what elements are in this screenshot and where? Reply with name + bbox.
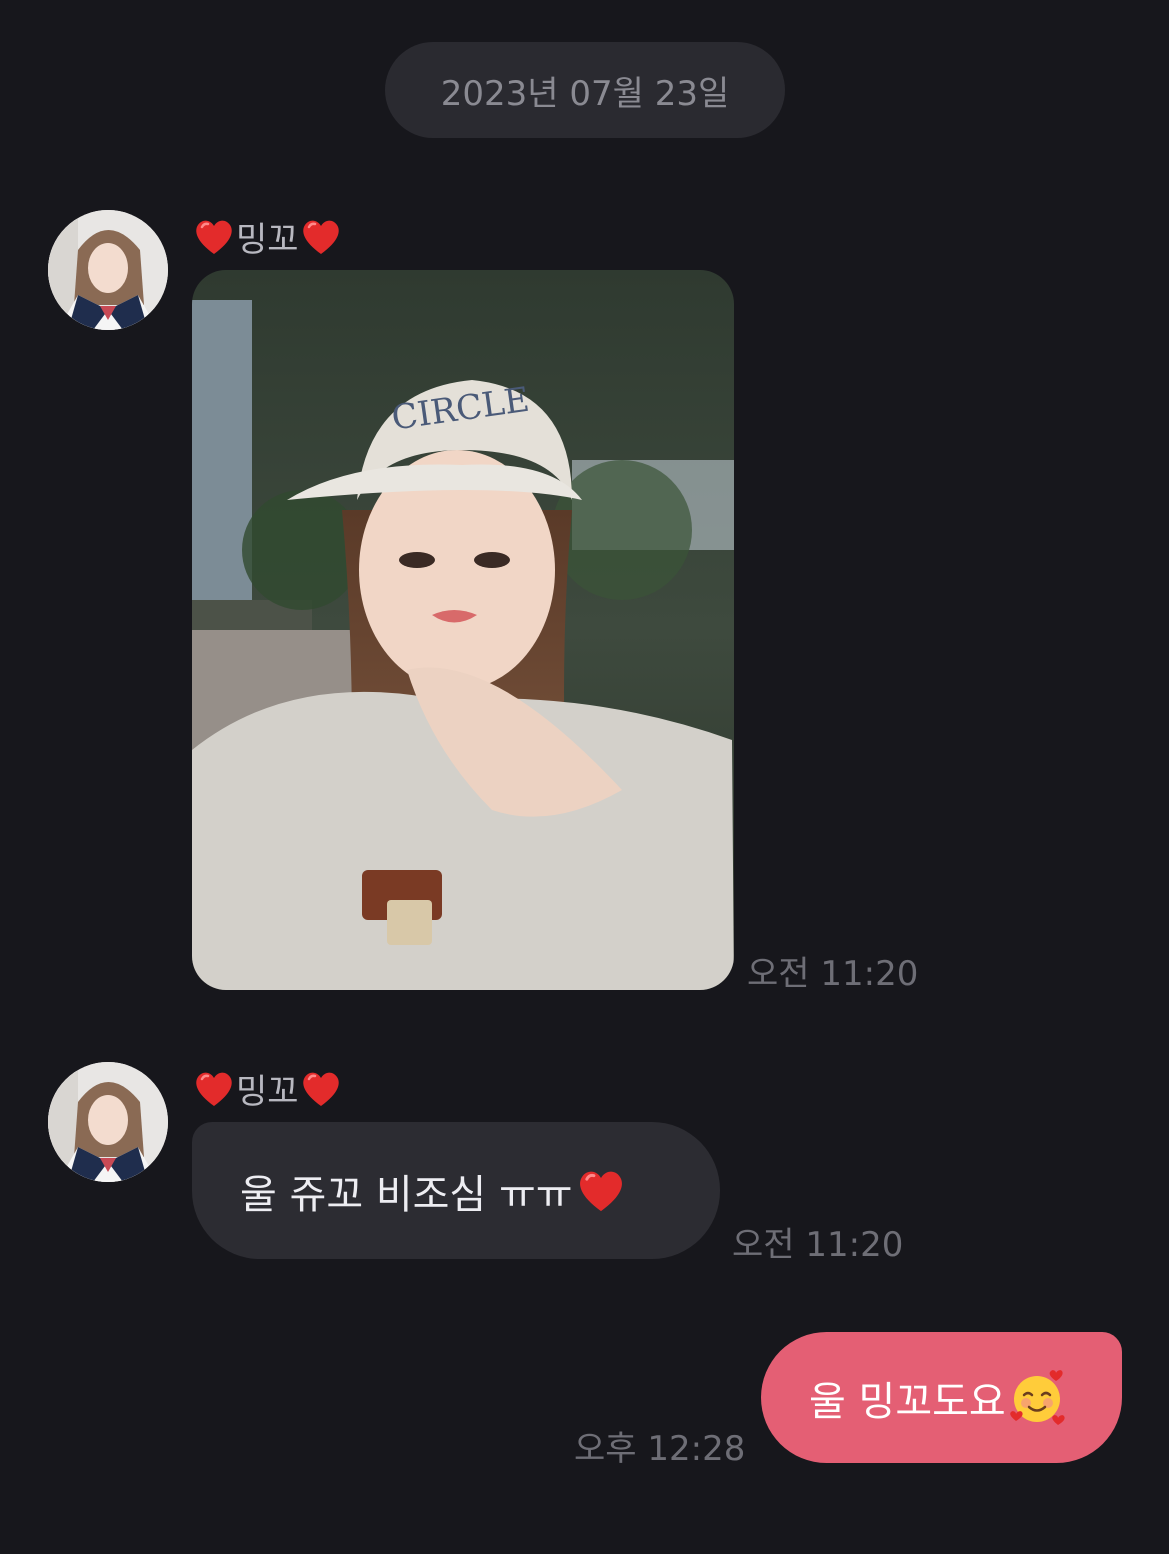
message-timestamp: 오후 12:28 (574, 1429, 746, 1469)
sender-avatar[interactable] (48, 1062, 168, 1182)
incoming-message-bubble[interactable]: 울 쥬꼬 비조심 ㅠㅠ (192, 1122, 720, 1259)
photo-message[interactable]: CIRCLE (192, 270, 734, 990)
sender-avatar[interactable] (48, 210, 168, 330)
red-heart-icon (196, 1072, 232, 1106)
red-heart-icon (302, 1072, 339, 1106)
sender-name: 밍꼬 (192, 1064, 343, 1113)
date-separator-label: 2023년 07월 23일 (440, 73, 730, 114)
smiling-face-with-hearts-icon (1009, 1369, 1065, 1425)
sender-name-label: 밍꼬 (236, 220, 299, 260)
date-separator: 2023년 07월 23일 (385, 42, 785, 138)
message-text: 울 쥬꼬 비조심 ㅠㅠ (240, 1171, 573, 1218)
message-text: 울 밍꼬도요 (809, 1378, 1006, 1425)
message-timestamp: 오전 11:20 (732, 1225, 904, 1265)
sender-name-label: 밍꼬 (236, 1072, 299, 1112)
red-heart-icon (196, 220, 232, 254)
red-heart-icon (302, 220, 339, 254)
sender-name: 밍꼬 (192, 212, 343, 261)
message-timestamp: 오전 11:20 (747, 954, 919, 994)
red-heart-icon (579, 1171, 622, 1211)
outgoing-message-bubble[interactable]: 울 밍꼬도요 (761, 1332, 1122, 1463)
